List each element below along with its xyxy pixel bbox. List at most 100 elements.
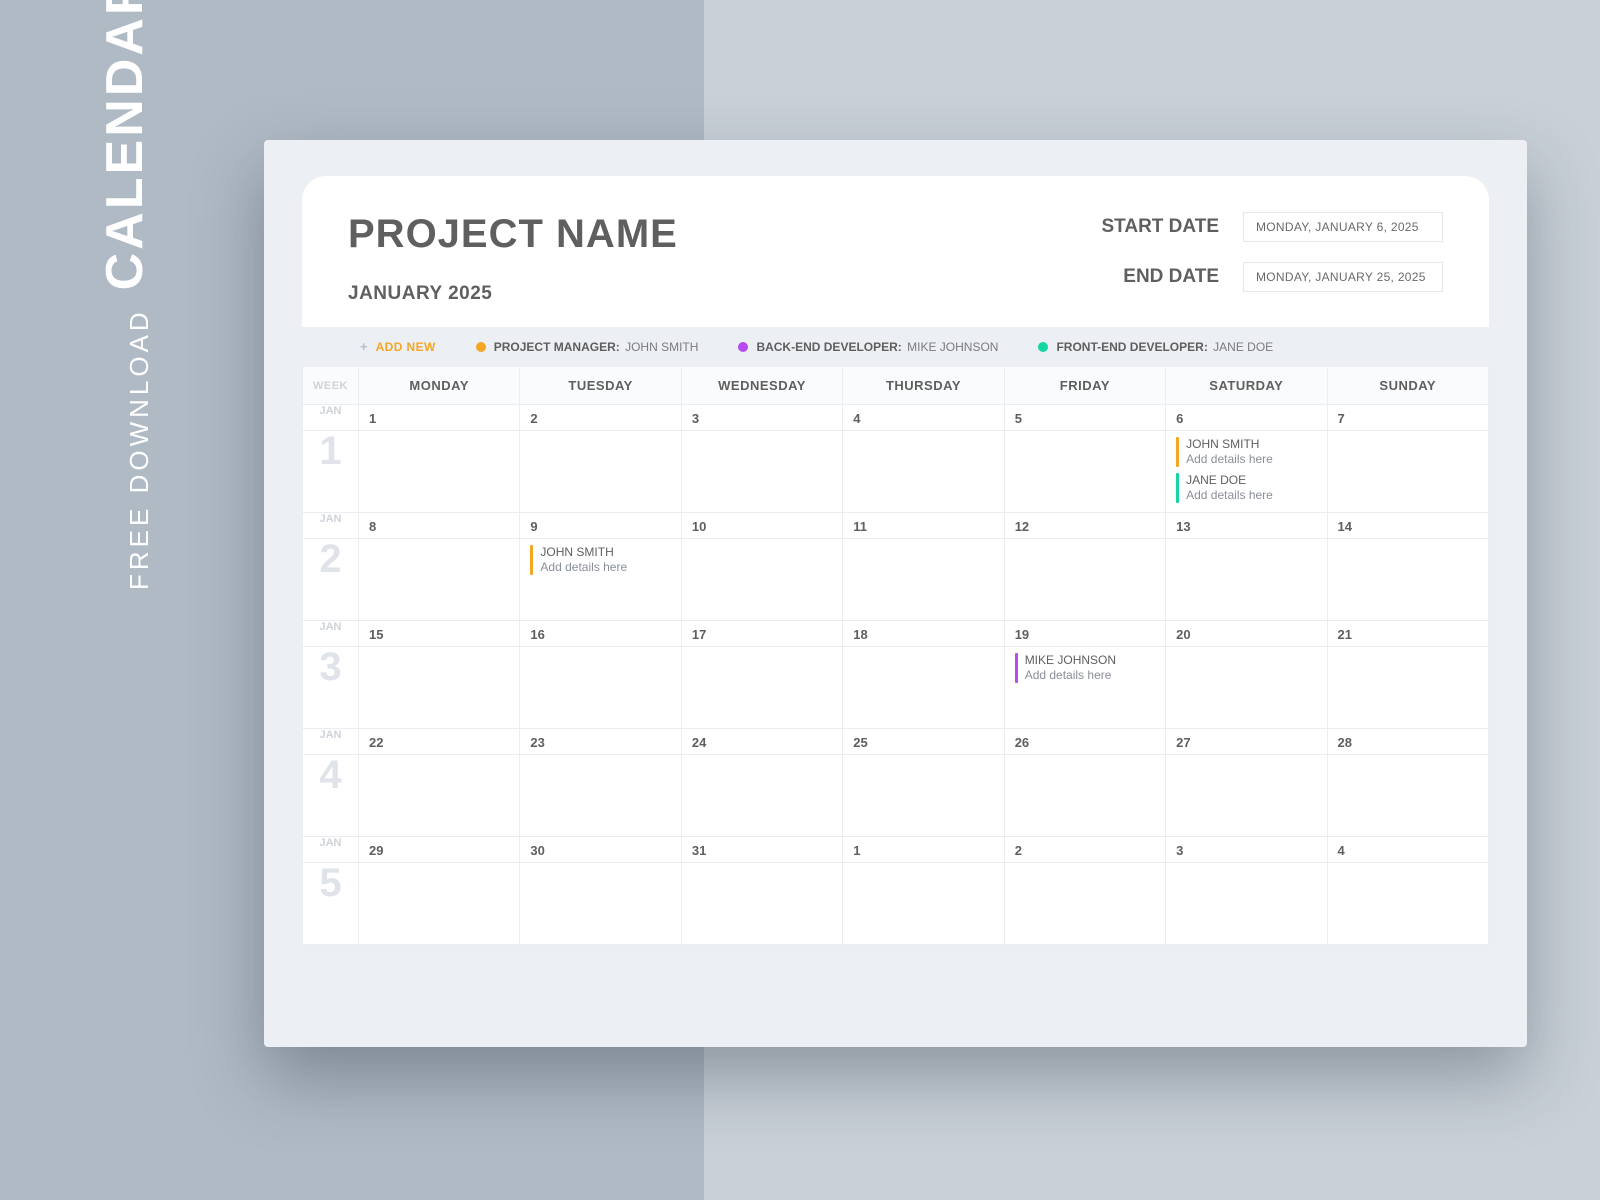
event-text: JOHN SMITHAdd details here: [540, 545, 627, 575]
date-cell[interactable]: 1: [359, 405, 520, 431]
day-body-cell[interactable]: [520, 647, 681, 729]
calendar-event[interactable]: JANE DOEAdd details here: [1176, 473, 1318, 503]
calendar-event[interactable]: JOHN SMITHAdd details here: [530, 545, 672, 575]
day-body-cell[interactable]: [1004, 431, 1165, 513]
date-cell[interactable]: 24: [681, 729, 842, 755]
day-body-cell[interactable]: [1327, 647, 1488, 729]
date-cell[interactable]: 10: [681, 513, 842, 539]
day-body-cell[interactable]: [1166, 539, 1327, 621]
day-body-cell[interactable]: [843, 431, 1004, 513]
day-body-cell[interactable]: [359, 431, 520, 513]
start-date-row: START DATE MONDAY, JANUARY 6, 2025: [1101, 212, 1443, 242]
add-new-button[interactable]: + ADD NEW: [360, 339, 436, 354]
date-cell[interactable]: 17: [681, 621, 842, 647]
day-body-cell[interactable]: [359, 647, 520, 729]
project-title[interactable]: PROJECT NAME: [348, 212, 678, 257]
day-body-cell[interactable]: JOHN SMITHAdd details here: [520, 539, 681, 621]
day-header: TUESDAY: [520, 367, 681, 405]
day-body-cell[interactable]: [520, 431, 681, 513]
day-body-cell[interactable]: [520, 755, 681, 837]
day-body-cell[interactable]: [843, 755, 1004, 837]
date-cell[interactable]: 2: [520, 405, 681, 431]
calendar-event[interactable]: JOHN SMITHAdd details here: [1176, 437, 1318, 467]
day-body-cell[interactable]: [1166, 755, 1327, 837]
calendar-event[interactable]: MIKE JOHNSONAdd details here: [1015, 653, 1157, 683]
date-cell[interactable]: 13: [1166, 513, 1327, 539]
date-cell[interactable]: 27: [1166, 729, 1327, 755]
date-cell[interactable]: 8: [359, 513, 520, 539]
event-color-bar: [1176, 437, 1179, 467]
date-cell[interactable]: 23: [520, 729, 681, 755]
day-body-cell[interactable]: [359, 539, 520, 621]
date-cell[interactable]: 1: [843, 837, 1004, 863]
day-body-cell[interactable]: [1166, 863, 1327, 945]
date-number: 29: [359, 837, 519, 858]
date-cell[interactable]: 2: [1004, 837, 1165, 863]
day-body-cell[interactable]: [681, 647, 842, 729]
date-cell[interactable]: 20: [1166, 621, 1327, 647]
day-body-cell[interactable]: [1004, 863, 1165, 945]
end-date-row: END DATE MONDAY, JANUARY 25, 2025: [1101, 262, 1443, 292]
date-cell[interactable]: 5: [1004, 405, 1165, 431]
side-main-label: CALENDAR TEMPLATE: [95, 0, 155, 290]
day-body-cell[interactable]: [843, 863, 1004, 945]
day-body-cell[interactable]: [1327, 863, 1488, 945]
date-cell[interactable]: 26: [1004, 729, 1165, 755]
day-body-cell[interactable]: [681, 539, 842, 621]
day-body-cell[interactable]: [1004, 539, 1165, 621]
legend-dot-icon: [1038, 342, 1048, 352]
date-number: 15: [359, 621, 519, 642]
day-header: THURSDAY: [843, 367, 1004, 405]
day-body-cell[interactable]: [1327, 539, 1488, 621]
end-date-input[interactable]: MONDAY, JANUARY 25, 2025: [1243, 262, 1443, 292]
date-cell[interactable]: 7: [1327, 405, 1488, 431]
date-cell[interactable]: 25: [843, 729, 1004, 755]
week-number: 2: [303, 539, 359, 621]
date-cell[interactable]: 9: [520, 513, 681, 539]
month-abbr: JAN: [303, 405, 359, 431]
legend-item-0[interactable]: PROJECT MANAGER: JOHN SMITH: [476, 340, 699, 354]
day-body-cell[interactable]: [843, 647, 1004, 729]
day-body-cell[interactable]: [520, 863, 681, 945]
date-cell[interactable]: 30: [520, 837, 681, 863]
date-cell[interactable]: 6: [1166, 405, 1327, 431]
day-body-cell[interactable]: [681, 863, 842, 945]
date-cell[interactable]: 21: [1327, 621, 1488, 647]
day-body-cell[interactable]: JOHN SMITHAdd details here JANE DOEAdd de…: [1166, 431, 1327, 513]
date-cell[interactable]: 3: [1166, 837, 1327, 863]
day-body-cell[interactable]: [681, 431, 842, 513]
legend-item-2[interactable]: FRONT-END DEVELOPER: JANE DOE: [1038, 340, 1273, 354]
day-body-cell[interactable]: [681, 755, 842, 837]
date-cell[interactable]: 19: [1004, 621, 1165, 647]
day-body-cell[interactable]: [1166, 647, 1327, 729]
date-cell[interactable]: 16: [520, 621, 681, 647]
date-cell[interactable]: 15: [359, 621, 520, 647]
date-cell[interactable]: 18: [843, 621, 1004, 647]
day-body-cell[interactable]: [359, 863, 520, 945]
day-body-cell[interactable]: [1004, 755, 1165, 837]
date-cell[interactable]: 4: [843, 405, 1004, 431]
day-body-cell[interactable]: [1327, 755, 1488, 837]
date-number: 2: [1005, 837, 1165, 858]
date-cell[interactable]: 28: [1327, 729, 1488, 755]
day-body-cell[interactable]: [1327, 431, 1488, 513]
legend-text: BACK-END DEVELOPER: MIKE JOHNSON: [756, 340, 998, 354]
template-page: PROJECT NAME JANUARY 2025 START DATE MON…: [264, 140, 1527, 1047]
date-cell[interactable]: 12: [1004, 513, 1165, 539]
day-body-cell[interactable]: [843, 539, 1004, 621]
date-cell[interactable]: 3: [681, 405, 842, 431]
start-date-input[interactable]: MONDAY, JANUARY 6, 2025: [1243, 212, 1443, 242]
date-cell[interactable]: 22: [359, 729, 520, 755]
date-cell[interactable]: 4: [1327, 837, 1488, 863]
day-body-cell[interactable]: [359, 755, 520, 837]
date-cell[interactable]: 31: [681, 837, 842, 863]
date-cell[interactable]: 11: [843, 513, 1004, 539]
legend-item-1[interactable]: BACK-END DEVELOPER: MIKE JOHNSON: [738, 340, 998, 354]
date-number: 23: [520, 729, 680, 750]
week-number: 5: [303, 863, 359, 945]
date-number: 17: [682, 621, 842, 642]
date-number: 1: [359, 405, 519, 426]
date-cell[interactable]: 14: [1327, 513, 1488, 539]
date-cell[interactable]: 29: [359, 837, 520, 863]
day-body-cell[interactable]: MIKE JOHNSONAdd details here: [1004, 647, 1165, 729]
